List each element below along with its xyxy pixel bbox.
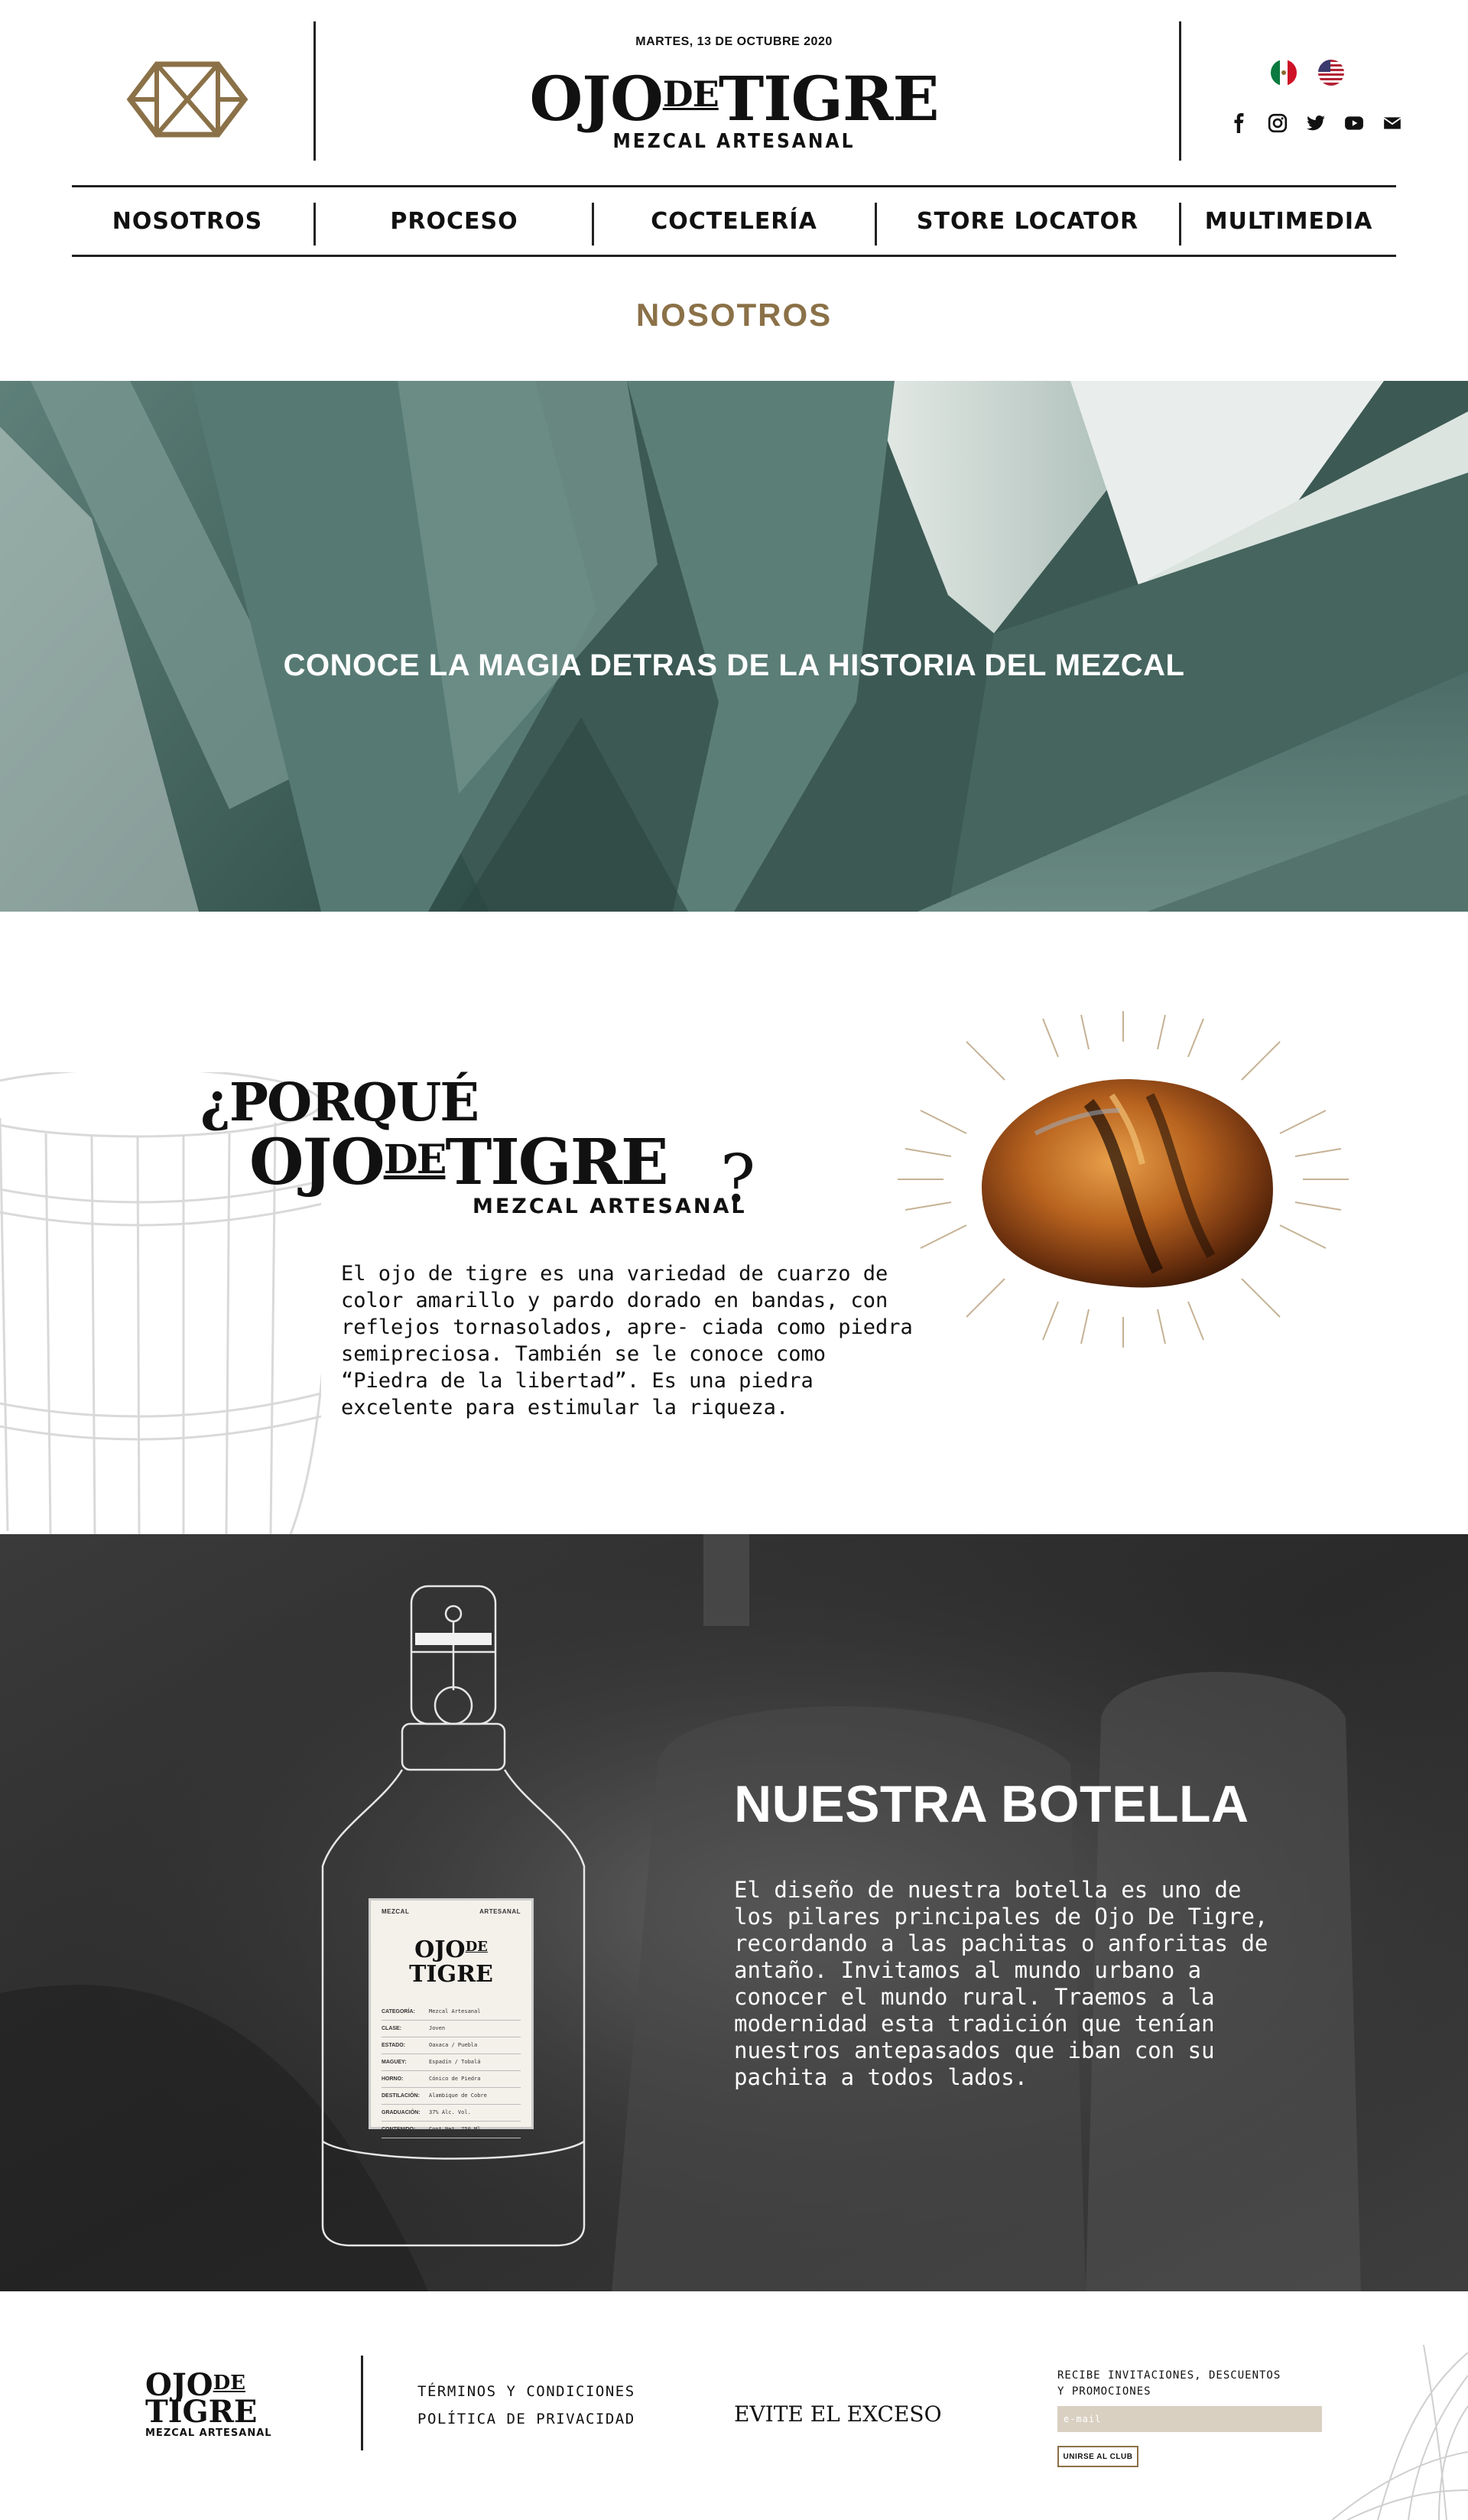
spec-value: 37% Alc. Vol. bbox=[429, 2109, 471, 2115]
nav-item-store-locator[interactable]: STORE LOCATOR bbox=[877, 187, 1178, 255]
porque-de: DE bbox=[383, 1136, 447, 1183]
newsletter-label: RECIBE INVITACIONES, DESCUENTOS Y PROMOC… bbox=[1057, 2369, 1281, 2398]
youtube-icon[interactable] bbox=[1343, 112, 1366, 135]
porque-description: El ojo de tigre es una variedad de cuarz… bbox=[341, 1262, 913, 1419]
porque-section: ¿PORQUÉ OJODETIGRE MEZCAL ARTESANAL ? El… bbox=[0, 912, 1468, 1534]
hero-banner bbox=[0, 381, 1468, 912]
tiger-eye-stone-image bbox=[898, 1011, 1349, 1348]
porque-question-mark: ? bbox=[720, 1141, 756, 1218]
spec-key: CONTENIDO: bbox=[382, 2127, 416, 2132]
nav-item-cocteleria[interactable]: COCTELERÍA bbox=[594, 187, 874, 255]
mail-icon[interactable] bbox=[1381, 112, 1404, 135]
page-title: NOSOTROS bbox=[635, 297, 833, 333]
footer-logo-de: DE bbox=[213, 2372, 245, 2395]
spec-value: Espadín / Tobalá bbox=[429, 2059, 481, 2065]
spec-key: ESTADO: bbox=[382, 2043, 405, 2048]
instagram-icon[interactable] bbox=[1266, 112, 1289, 135]
brand-de: DE bbox=[662, 73, 719, 115]
botella-description: El diseño de nuestra botella es uno de l… bbox=[734, 1877, 1268, 2090]
label-specs: CATEGORÍA: Mezcal Artesanal CLASE: Joven E… bbox=[382, 2004, 521, 2138]
spec-value: Oaxaca / Puebla bbox=[429, 2042, 478, 2048]
newsletter-email-input[interactable] bbox=[1057, 2406, 1322, 2432]
spec-key: GRADUACIÓN: bbox=[382, 2110, 421, 2115]
social-links bbox=[1228, 112, 1404, 135]
header-date: MARTES, 13 DE OCTUBRE 2020 bbox=[635, 35, 833, 48]
porque-brand: OJODETIGRE bbox=[249, 1126, 668, 1199]
main-nav: NOSOTROS PROCESO COCTELERÍA STORE LOCATO… bbox=[72, 185, 1396, 257]
porque-heading: ¿PORQUÉ bbox=[200, 1072, 479, 1133]
porque-subtitle: MEZCAL ARTESANAL bbox=[473, 1195, 747, 1218]
terms-link[interactable]: TÉRMINOS Y CONDICIONES bbox=[417, 2383, 635, 2400]
spec-value: Cont Net. 750 Ml bbox=[429, 2126, 481, 2132]
spec-value: Mezcal Artesanal bbox=[429, 2008, 481, 2014]
footer-logo-tigre: TIGRE bbox=[145, 2394, 258, 2430]
label-top-right: ARTESANAL bbox=[479, 1908, 521, 1915]
nav-item-nosotros[interactable]: NOSOTROS bbox=[72, 187, 303, 255]
label-tigre: TIGRE bbox=[409, 1961, 493, 1988]
spec-key: HORNO: bbox=[382, 2076, 404, 2082]
twitter-icon[interactable] bbox=[1304, 112, 1327, 135]
spec-value: Joven bbox=[429, 2025, 446, 2031]
brand-tigre: TIGRE bbox=[718, 63, 940, 135]
facebook-icon[interactable] bbox=[1228, 112, 1251, 135]
label-top-left: MEZCAL bbox=[382, 1908, 410, 1915]
site-footer: OJODE TIGRE MEZCAL ARTESANAL TÉRMINOS Y … bbox=[0, 2291, 1468, 2520]
label-de: DE bbox=[465, 1939, 488, 1955]
usa-flag-icon[interactable] bbox=[1318, 60, 1344, 86]
privacy-link[interactable]: POLÍTICA DE PRIVACIDAD bbox=[417, 2411, 635, 2427]
bottle-label: MEZCAL ARTESANAL OJODE TIGRE CATEGORÍA: M… bbox=[369, 1898, 534, 2138]
nav-item-multimedia[interactable]: MULTIMEDIA bbox=[1181, 187, 1396, 255]
porque-ojo: OJO bbox=[249, 1126, 385, 1199]
spec-value: Alambique de Cobre bbox=[429, 2092, 487, 2099]
join-club-button[interactable]: UNIRSE AL CLUB bbox=[1057, 2446, 1138, 2467]
language-switcher bbox=[1271, 60, 1344, 86]
botella-heading: NUESTRA BOTELLA bbox=[734, 1775, 1249, 1833]
spec-key: MAGUEY: bbox=[382, 2060, 407, 2065]
botella-section: MEZCAL ARTESANAL OJODE TIGRE CATEGORÍA: M… bbox=[0, 1534, 1468, 2291]
spec-key: CATEGORÍA: bbox=[382, 2009, 415, 2014]
evite-exceso-notice: EVITE EL EXCESO bbox=[734, 2401, 942, 2427]
footer-logo-subtitle: MEZCAL ARTESANAL bbox=[145, 2427, 272, 2439]
brand-ojo: OJO bbox=[529, 63, 664, 135]
footer-divider bbox=[361, 2356, 363, 2450]
site-header: MARTES, 13 DE OCTUBRE 2020 OJODETIGRE ME… bbox=[0, 0, 1468, 184]
porque-tigre: TIGRE bbox=[445, 1126, 668, 1199]
hero-headline: CONOCE LA MAGIA DETRAS DE LA HISTORIA DE… bbox=[283, 649, 1185, 682]
mexico-flag-icon[interactable] bbox=[1271, 60, 1297, 86]
nav-item-proceso[interactable]: PROCESO bbox=[316, 187, 593, 255]
agave-decoration bbox=[1332, 2345, 1468, 2520]
spec-key: CLASE: bbox=[382, 2026, 402, 2031]
label-ojo: OJO bbox=[414, 1936, 466, 1963]
agave-background-image bbox=[0, 381, 1468, 912]
spec-value: Cónico de Piedra bbox=[429, 2076, 481, 2082]
spec-key: DESTILACIÓN: bbox=[382, 2093, 420, 2099]
